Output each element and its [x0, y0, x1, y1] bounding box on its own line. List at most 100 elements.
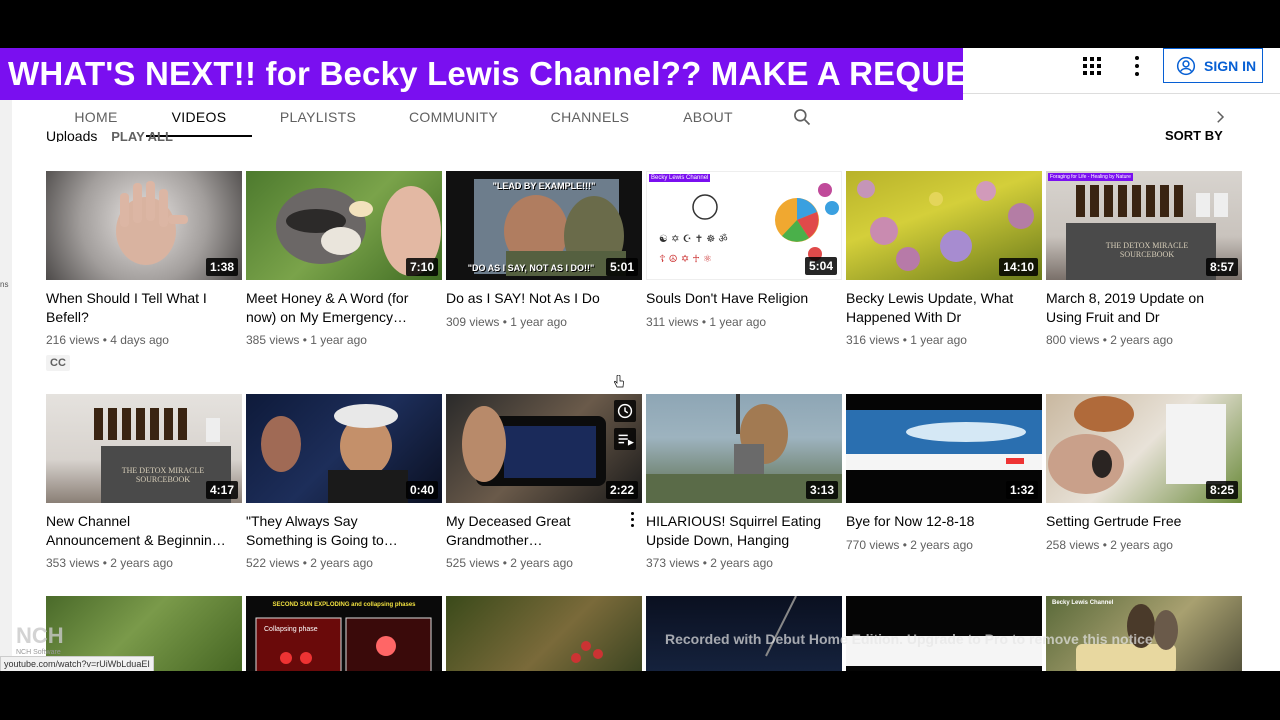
- video-card[interactable]: THE DETOX MIRACLE SOURCEBOOK 4:17 New Ch…: [46, 394, 242, 604]
- video-card[interactable]: 1:38 When Should I Tell What I Befell? 2…: [46, 171, 242, 381]
- video-title[interactable]: Bye for Now 12-8-18: [846, 512, 1026, 531]
- add-to-queue-icon[interactable]: [614, 428, 636, 450]
- video-card[interactable]: "LEAD BY EXAMPLE!!!" "DO AS I SAY, NOT A…: [446, 171, 642, 381]
- video-meta: 770 views • 2 years ago: [846, 538, 973, 552]
- video-meta: 258 views • 2 years ago: [1046, 538, 1173, 552]
- video-title[interactable]: Souls Don't Have Religion: [646, 289, 826, 308]
- sign-in-button[interactable]: SIGN IN: [1163, 48, 1263, 83]
- video-card[interactable]: Foraging for Life - Healing by Nature TH…: [1046, 171, 1242, 381]
- tab-playlists[interactable]: PLAYLISTS: [268, 100, 368, 135]
- apps-grid-icon[interactable]: [1083, 57, 1101, 75]
- thumbnail-channel-label: Becky Lewis Channel: [649, 174, 711, 182]
- video-thumbnail[interactable]: 3:13: [646, 394, 842, 503]
- video-duration: 8:57: [1205, 258, 1238, 276]
- video-duration: 5:04: [804, 257, 837, 275]
- video-card[interactable]: Becky Lewis Channel ☯ ✡ ☪ ✝ ☸ ॐ ☦ ☮ ✡ ☥ …: [646, 171, 842, 381]
- video-meta: 385 views • 1 year ago: [246, 333, 367, 347]
- video-thumbnail[interactable]: 14:10: [846, 171, 1042, 280]
- video-card[interactable]: SECOND SUN EXPLODING and collapsing phas…: [246, 596, 442, 671]
- video-title[interactable]: When Should I Tell What I Befell?: [46, 289, 226, 327]
- tab-about[interactable]: ABOUT: [670, 100, 746, 135]
- sign-in-label: SIGN IN: [1204, 57, 1257, 74]
- video-duration: 5:01: [605, 258, 638, 276]
- cc-badge: CC: [46, 355, 70, 371]
- video-card[interactable]: 1:32 Bye for Now 12-8-18 770 views • 2 y…: [846, 394, 1042, 604]
- more-vert-icon[interactable]: [1133, 56, 1141, 76]
- berries-thumbnail-art: [571, 641, 603, 663]
- more-actions-icon[interactable]: [630, 512, 636, 528]
- video-meta: 316 views • 1 year ago: [846, 333, 967, 347]
- section-header: Uploads PLAY ALL: [46, 128, 173, 142]
- play-all-button[interactable]: PLAY ALL: [111, 129, 173, 142]
- video-duration: 1:32: [1005, 481, 1038, 499]
- video-duration: 14:10: [999, 258, 1038, 276]
- video-thumbnail[interactable]: 1:32: [846, 394, 1042, 503]
- video-title[interactable]: HILARIOUS! Squirrel Eating Upside Down, …: [646, 512, 826, 550]
- request-banner: WHAT'S NEXT!! for Becky Lewis Channel?? …: [0, 48, 1021, 100]
- tab-channels[interactable]: CHANNELS: [542, 100, 638, 135]
- video-duration: 4:17: [205, 481, 238, 499]
- thumbnail-caption-bottom: "DO AS I SAY, NOT AS I DO!!": [467, 263, 595, 273]
- video-title[interactable]: Do as I SAY! Not As I Do: [446, 289, 626, 308]
- video-thumbnail[interactable]: 1:38: [46, 171, 242, 280]
- video-meta: 525 views • 2 years ago: [446, 556, 573, 570]
- browser-viewport: ns SIGN IN HOME VIDEOS PLAYLISTS COMMUNI…: [0, 48, 1280, 671]
- video-duration: 0:40: [405, 481, 438, 499]
- left-edge-strip: ns: [0, 48, 12, 671]
- video-thumbnail[interactable]: 0:40: [246, 394, 442, 503]
- video-thumbnail[interactable]: 2:22: [446, 394, 642, 503]
- recorder-watermark: Recorded with Debut Home Edition. Upgrad…: [665, 631, 1153, 647]
- video-meta: 373 views • 2 years ago: [646, 556, 773, 570]
- video-thumbnail[interactable]: 8:25: [1046, 394, 1242, 503]
- tab-community[interactable]: COMMUNITY: [396, 100, 511, 135]
- video-duration: 3:13: [805, 481, 838, 499]
- video-title[interactable]: Setting Gertrude Free: [1046, 512, 1226, 531]
- video-thumbnail[interactable]: SECOND SUN EXPLODING and collapsing phas…: [246, 596, 442, 671]
- thumbnail-book-title: THE DETOX MIRACLE SOURCEBOOK: [1105, 241, 1189, 259]
- thumbnail-book-title: THE DETOX MIRACLE SOURCEBOOK: [121, 466, 205, 484]
- video-duration: 1:38: [205, 258, 238, 276]
- video-meta: 309 views • 1 year ago: [446, 315, 567, 329]
- video-card[interactable]: 2:22 My Deceased Great Grandmother… 525 …: [446, 394, 642, 604]
- sort-by-button[interactable]: SORT BY: [1165, 128, 1223, 142]
- video-thumbnail[interactable]: "LEAD BY EXAMPLE!!!" "DO AS I SAY, NOT A…: [446, 171, 642, 280]
- svg-text:☦ ☮ ✡ ☥ ⚛: ☦ ☮ ✡ ☥ ⚛: [659, 254, 712, 265]
- video-title[interactable]: March 8, 2019 Update on Using Fruit and …: [1046, 289, 1226, 327]
- channel-tabs: HOME VIDEOS PLAYLISTS COMMUNITY CHANNELS…: [46, 100, 1246, 138]
- video-title[interactable]: "They Always Say Something is Going to…: [246, 512, 426, 550]
- thumbnail-caption-top: SECOND SUN EXPLODING and collapsing phas…: [272, 602, 416, 608]
- video-thumbnail[interactable]: Foraging for Life - Healing by Nature TH…: [1046, 171, 1242, 280]
- watch-later-icon[interactable]: [614, 400, 636, 422]
- video-card[interactable]: [446, 596, 642, 671]
- video-title[interactable]: New Channel Announcement & Beginnin…: [46, 512, 226, 550]
- video-title[interactable]: My Deceased Great Grandmother…: [446, 512, 626, 550]
- video-card[interactable]: 14:10 Becky Lewis Update, What Happened …: [846, 171, 1042, 381]
- video-meta: 311 views • 1 year ago: [646, 315, 767, 329]
- video-thumbnail[interactable]: [446, 596, 642, 671]
- thumbnail-channel-label: Foraging for Life - Healing by Nature: [1048, 173, 1133, 181]
- video-meta: 800 views • 2 years ago: [1046, 333, 1173, 347]
- video-thumbnail[interactable]: Becky Lewis Channel ☯ ✡ ☪ ✝ ☸ ॐ ☦ ☮ ✡ ☥ …: [646, 171, 842, 280]
- video-thumbnail[interactable]: THE DETOX MIRACLE SOURCEBOOK 4:17: [46, 394, 242, 503]
- video-meta: 216 views • 4 days ago: [46, 333, 169, 347]
- video-card[interactable]: 8:25 Setting Gertrude Free 258 views • 2…: [1046, 394, 1242, 604]
- video-meta: 522 views • 2 years ago: [246, 556, 373, 570]
- thumbnail-caption-top: "LEAD BY EXAMPLE!!!": [492, 181, 596, 191]
- video-duration: 7:10: [405, 258, 438, 276]
- video-duration: 2:22: [605, 481, 638, 499]
- video-card[interactable]: 7:10 Meet Honey & A Word (for now) on My…: [246, 171, 442, 381]
- video-title[interactable]: Becky Lewis Update, What Happened With D…: [846, 289, 1026, 327]
- video-meta: 353 views • 2 years ago: [46, 556, 173, 570]
- account-circle-icon: [1176, 56, 1196, 75]
- status-bar-url: youtube.com/watch?v=rUiWbLduaEI: [0, 656, 154, 671]
- video-title[interactable]: Meet Honey & A Word (for now) on My Emer…: [246, 289, 426, 327]
- video-card[interactable]: 0:40 "They Always Say Something is Going…: [246, 394, 442, 604]
- svg-text:☯ ✡ ☪ ✝ ☸ ॐ: ☯ ✡ ☪ ✝ ☸ ॐ: [659, 233, 728, 245]
- chevron-right-icon[interactable]: [1211, 108, 1229, 126]
- search-icon[interactable]: [792, 107, 812, 127]
- video-thumbnail[interactable]: 7:10: [246, 171, 442, 280]
- video-card[interactable]: 3:13 HILARIOUS! Squirrel Eating Upside D…: [646, 394, 842, 604]
- header-divider: [963, 93, 1280, 94]
- thumbnail-channel-label: Becky Lewis Channel: [1052, 600, 1114, 606]
- section-title: Uploads: [46, 128, 98, 142]
